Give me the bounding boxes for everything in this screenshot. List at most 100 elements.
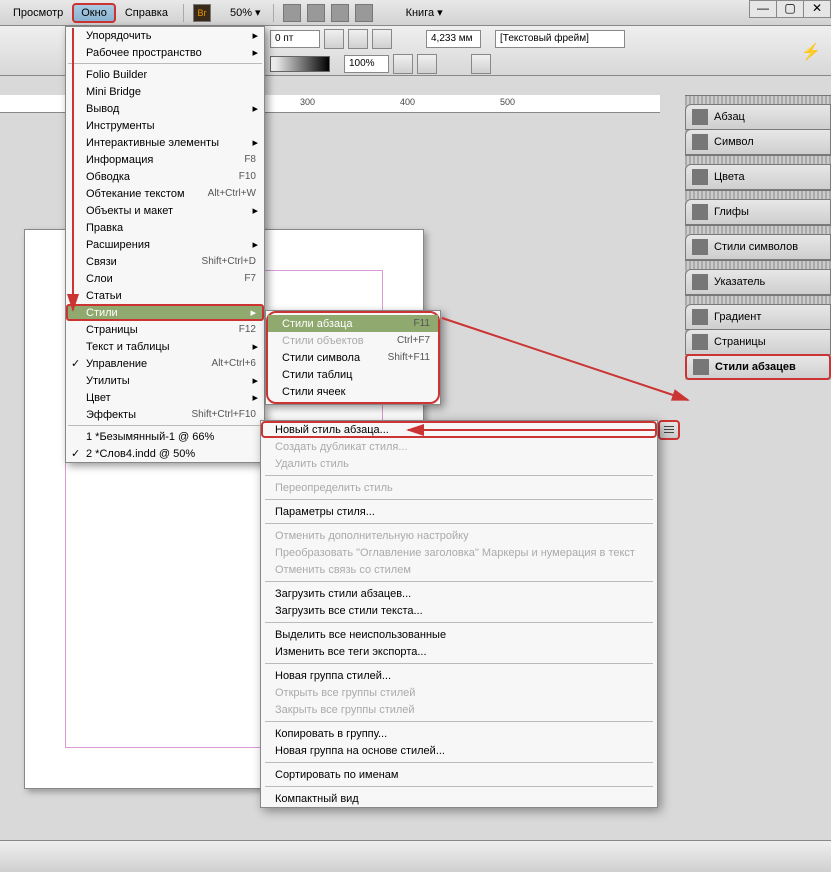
glyph-icon (692, 204, 708, 220)
arrange-icon[interactable] (331, 4, 349, 22)
menu-window-dropdown: Упорядочить▸Рабочее пространство▸ Folio B… (65, 26, 265, 463)
maximize-button[interactable]: ▢ (776, 0, 804, 18)
screen-mode-icon[interactable] (307, 4, 325, 22)
hamburger-icon (664, 426, 674, 434)
menu-item[interactable]: Статьи (66, 287, 264, 304)
panel-tab-Стили абзацев[interactable]: Стили абзацев (685, 354, 831, 380)
gradient-ramp[interactable] (270, 56, 330, 72)
lightning-icon[interactable]: ⚡ (801, 42, 821, 62)
menu-item[interactable]: ✓УправлениеAlt+Ctrl+6 (66, 355, 264, 372)
panel-tab-Указатель[interactable]: Указатель (685, 269, 831, 295)
panel-label: Страницы (714, 336, 766, 348)
flyout-item[interactable]: Копировать в группу... (261, 725, 657, 742)
submenu-item[interactable]: Стили ячеек (268, 383, 438, 400)
flyout-item: Закрыть все группы стилей (261, 701, 657, 718)
menu-item[interactable]: ЭффектыShift+Ctrl+F10 (66, 406, 264, 423)
opt2-icon[interactable] (417, 54, 437, 74)
menu-item[interactable]: Стили▸ (66, 304, 264, 321)
menu-item[interactable]: Утилиты▸ (66, 372, 264, 389)
flyout-item[interactable]: Изменить все теги экспорта... (261, 643, 657, 660)
flyout-item[interactable]: Новая группа на основе стилей... (261, 742, 657, 759)
menu-help[interactable]: Справка (116, 3, 177, 23)
menu-item[interactable]: Обтекание текстомAlt+Ctrl+W (66, 185, 264, 202)
panel-tab-Символ[interactable]: Символ (685, 129, 831, 155)
color-icon (692, 169, 708, 185)
submenu-item[interactable]: Стили таблиц (268, 366, 438, 383)
field-leading[interactable]: 0 пт (270, 30, 320, 48)
panel-tab-Градиент[interactable]: Градиент (685, 304, 831, 330)
menu-item[interactable]: ОбводкаF10 (66, 168, 264, 185)
menu-item[interactable]: Рабочее пространство▸ (66, 44, 264, 61)
panel-label: Глифы (714, 206, 749, 218)
panel-tab-Глифы[interactable]: Глифы (685, 199, 831, 225)
panels-dock: Абзац Символ Цвета Глифы Стили символов Указа… (685, 95, 831, 380)
menu-item[interactable]: Mini Bridge (66, 83, 264, 100)
window-controls: — ▢ ✕ (750, 0, 831, 18)
panel-label: Стили абзацев (715, 361, 796, 373)
close-button[interactable]: ✕ (803, 0, 831, 18)
flyout-item[interactable]: Загрузить стили абзацев... (261, 585, 657, 602)
panel-label: Указатель (714, 276, 765, 288)
menu-item[interactable]: Объекты и макет▸ (66, 202, 264, 219)
menu-item[interactable]: Упорядочить▸ (66, 27, 264, 44)
menu-item[interactable]: ✓2 *Слов4.indd @ 50% (66, 445, 264, 462)
opt1-icon[interactable] (393, 54, 413, 74)
flyout-item[interactable]: Выделить все неиспользованные (261, 626, 657, 643)
flyout-item[interactable]: Сортировать по именам (261, 766, 657, 783)
menu-item[interactable]: Вывод▸ (66, 100, 264, 117)
panel-flyout-button[interactable] (658, 420, 680, 440)
gradient-icon (692, 309, 708, 325)
menubar: Просмотр Окно Справка Br 50% ▾ Книга ▾ (0, 0, 831, 26)
fx-icon[interactable] (324, 29, 344, 49)
menu-item[interactable]: Правка (66, 219, 264, 236)
menu-item[interactable]: Инструменты (66, 117, 264, 134)
panel-tab-Стили символов[interactable]: Стили символов (685, 234, 831, 260)
submenu-styles: Стили абзацаF11Стили объектовCtrl+F7Стил… (265, 310, 441, 405)
align-icon[interactable] (348, 29, 368, 49)
flyout-item: Преобразовать "Оглавление заголовка" Мар… (261, 544, 657, 561)
flyout-item[interactable]: Загрузить все стили текста... (261, 602, 657, 619)
flyout-item: Отменить дополнительную настройку (261, 527, 657, 544)
flyout-item: Удалить стиль (261, 455, 657, 472)
menu-item[interactable]: Расширения▸ (66, 236, 264, 253)
menu-item[interactable]: Folio Builder (66, 66, 264, 83)
menu-item[interactable]: Цвет▸ (66, 389, 264, 406)
book-dropdown[interactable]: Книга ▾ (406, 6, 443, 19)
menu-item[interactable]: СлоиF7 (66, 270, 264, 287)
menu-item[interactable]: СтраницыF12 (66, 321, 264, 338)
panel-flyout-menu: Новый стиль абзаца...Создать дубликат ст… (260, 420, 658, 808)
frame-type-dropdown[interactable]: [Текстовый фрейм] (495, 30, 625, 48)
pages-icon (692, 334, 708, 350)
parastyle-icon (693, 359, 709, 375)
menu-item[interactable]: ИнформацияF8 (66, 151, 264, 168)
field-spacing[interactable]: 4,233 мм (426, 30, 481, 48)
panel-label: Цвета (714, 171, 745, 183)
minimize-button[interactable]: — (749, 0, 777, 18)
panel-tab-Абзац[interactable]: Абзац (685, 104, 831, 130)
flyout-item: Отменить связь со стилем (261, 561, 657, 578)
menu-view[interactable]: Просмотр (4, 3, 72, 23)
view-mode-icon[interactable] (283, 4, 301, 22)
wrap-icon[interactable] (372, 29, 392, 49)
menu-item[interactable]: 1 *Безымянный-1 @ 66% (66, 428, 264, 445)
menu-window[interactable]: Окно (72, 3, 116, 23)
menu-item[interactable]: Интерактивные элементы▸ (66, 134, 264, 151)
field-percent[interactable]: 100% (344, 55, 389, 73)
panel-tab-Страницы[interactable]: Страницы (685, 329, 831, 355)
submenu-item: Стили объектовCtrl+F7 (268, 332, 438, 349)
zoom-level[interactable]: 50% ▾ (224, 3, 267, 22)
flyout-item[interactable]: Компактный вид (261, 790, 657, 807)
menu-item[interactable]: Текст и таблицы▸ (66, 338, 264, 355)
flyout-item[interactable]: Новая группа стилей... (261, 667, 657, 684)
flyout-item[interactable]: Параметры стиля... (261, 503, 657, 520)
arrange2-icon[interactable] (355, 4, 373, 22)
menu-item[interactable]: СвязиShift+Ctrl+D (66, 253, 264, 270)
submenu-item[interactable]: Стили символаShift+F11 (268, 349, 438, 366)
flyout-item[interactable]: Новый стиль абзаца... (261, 421, 657, 438)
panel-label: Абзац (714, 111, 745, 123)
submenu-item[interactable]: Стили абзацаF11 (268, 315, 438, 332)
bridge-icon[interactable]: Br (193, 4, 211, 22)
flyout-item: Создать дубликат стиля... (261, 438, 657, 455)
panel-tab-Цвета[interactable]: Цвета (685, 164, 831, 190)
opt3-icon[interactable] (471, 54, 491, 74)
